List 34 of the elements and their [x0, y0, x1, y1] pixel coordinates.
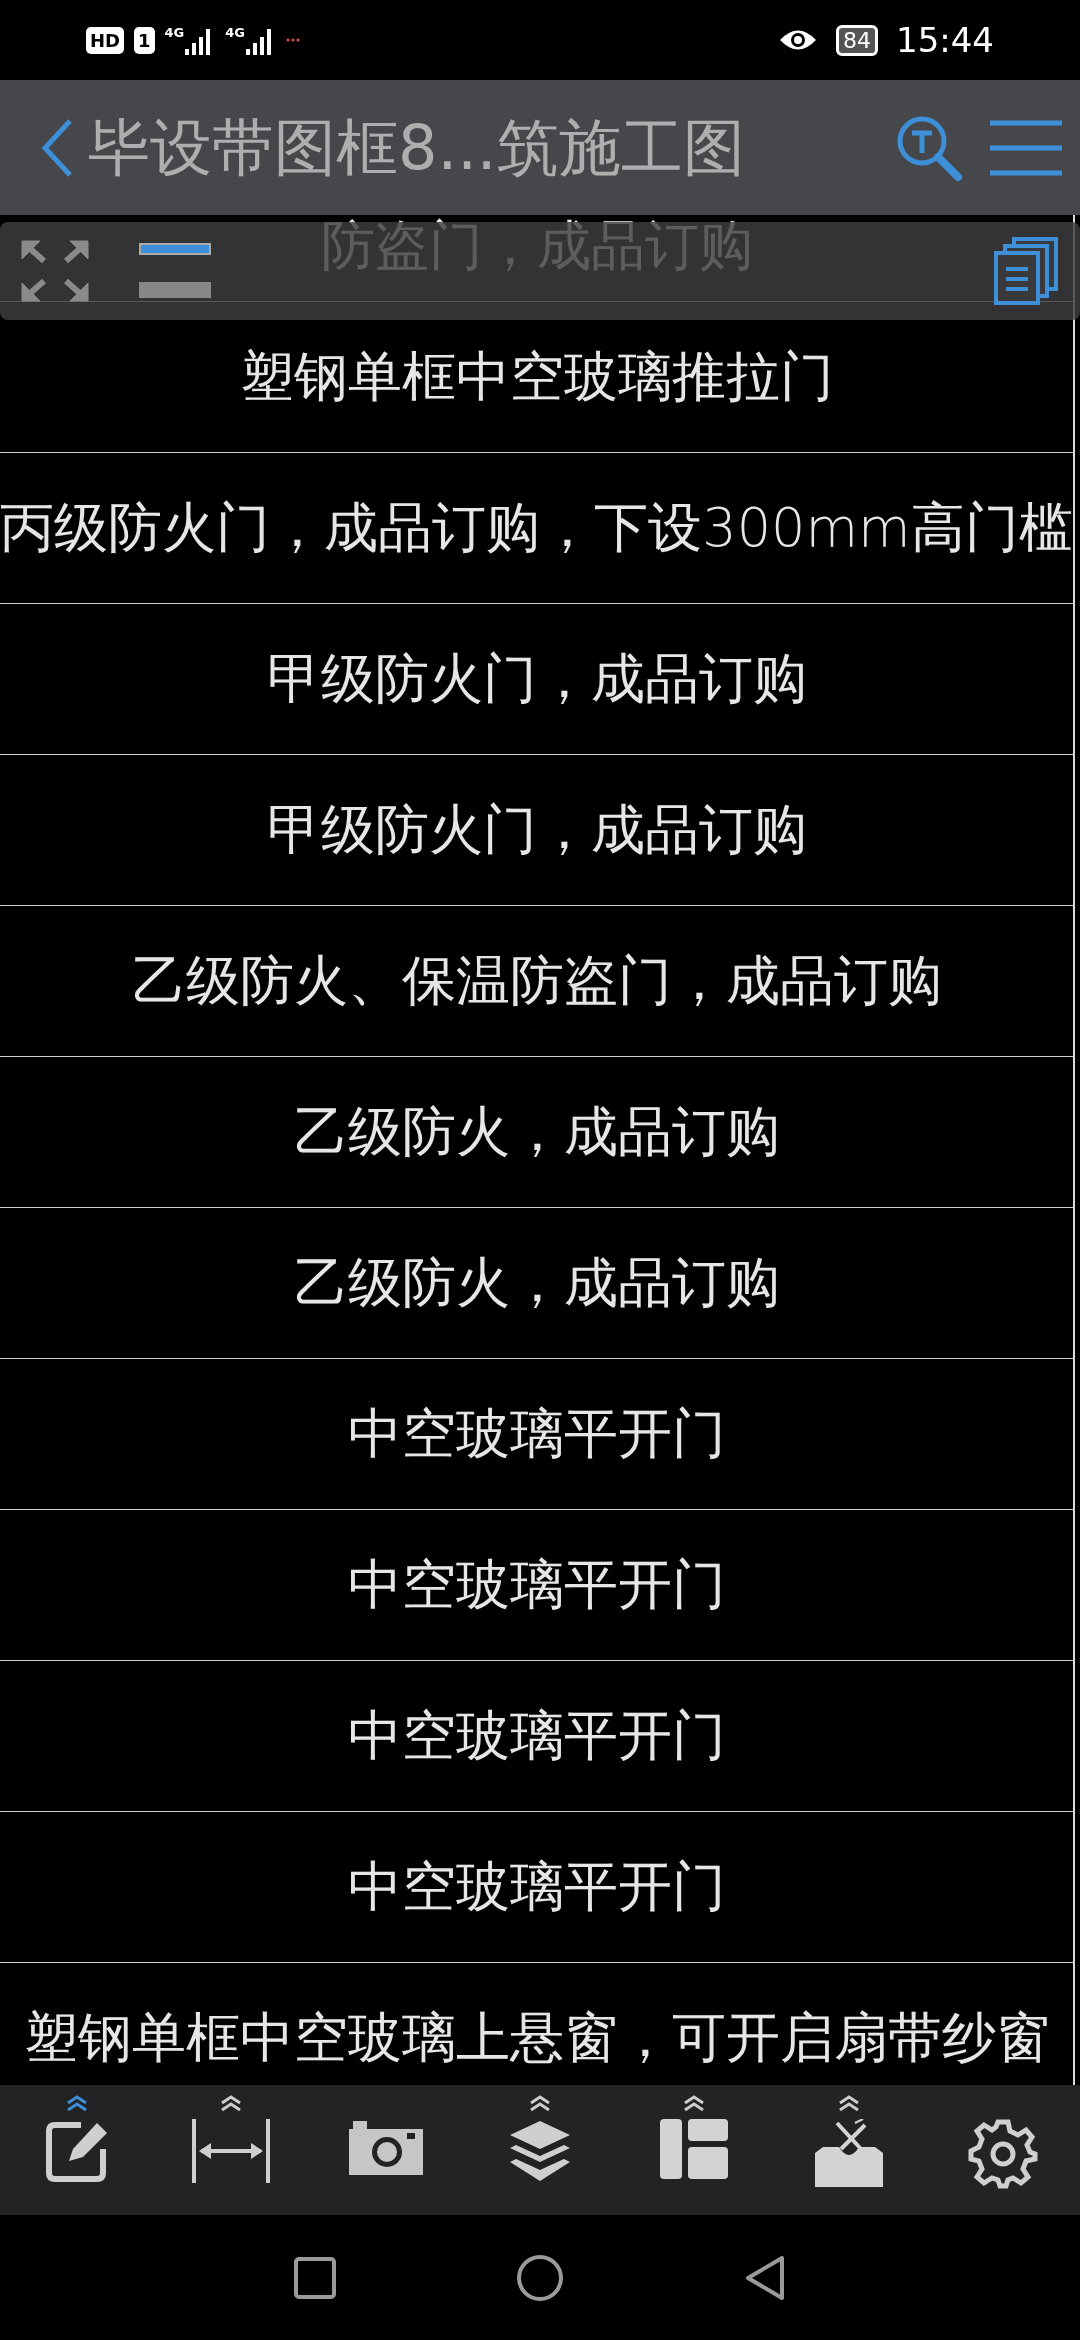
settings-icon — [967, 2119, 1038, 2189]
drawing-text: 防盗门，成品订购 — [320, 215, 753, 279]
edit-icon — [45, 2119, 110, 2183]
drawing-text: 塑钢单框中空玻璃推拉门 — [239, 343, 834, 410]
drawing-text: 甲级防火门，成品订购 — [266, 796, 807, 863]
layers-icon — [508, 2119, 572, 2183]
document-title: 毕设带图框8...筑施工图 — [88, 109, 746, 186]
drawing-text: 中空玻璃平开门 — [347, 1702, 726, 1769]
home-icon[interactable] — [516, 2253, 564, 2302]
line-weight-icon[interactable] — [138, 242, 212, 300]
dimension-icon — [191, 2119, 272, 2183]
drawing-text: 乙级防火、保温防盗门，成品订购 — [131, 947, 942, 1014]
sim-badge: 1 — [134, 26, 155, 54]
drawing-text: 塑钢单框中空玻璃上悬窗，可开启扇带纱窗 — [23, 2004, 1050, 2071]
drawing-text: 中空玻璃平开门 — [347, 1551, 726, 1618]
fullscreen-icon[interactable] — [20, 239, 90, 303]
notification-dots-icon — [286, 38, 300, 42]
drawing-text: 乙级防火，成品订购 — [293, 1098, 780, 1165]
drawing-text: 甲级防火门，成品订购 — [266, 645, 807, 712]
drawing-text: 中空玻璃平开门 — [347, 1853, 726, 1920]
drawing-text: 中空玻璃平开门 — [347, 1400, 726, 1467]
camera-icon — [348, 2119, 423, 2175]
drawing-text: 丙级防火门，成品订购，下设300mm高门槛 — [0, 494, 1073, 561]
hd-badge: HD — [86, 26, 124, 54]
network-label: 4G — [164, 25, 185, 40]
documents-icon[interactable] — [992, 237, 1060, 305]
toolbox-icon — [814, 2119, 883, 2187]
drawing-text: 乙级防火，成品订购 — [293, 1249, 780, 1316]
network-label: 4G — [225, 25, 245, 40]
recent-apps-icon[interactable] — [294, 2256, 336, 2299]
battery-indicator: 84 — [836, 24, 878, 56]
back-icon[interactable] — [744, 2254, 786, 2301]
clock-time: 15:44 — [896, 20, 994, 60]
panel-layout-icon — [660, 2119, 729, 2179]
